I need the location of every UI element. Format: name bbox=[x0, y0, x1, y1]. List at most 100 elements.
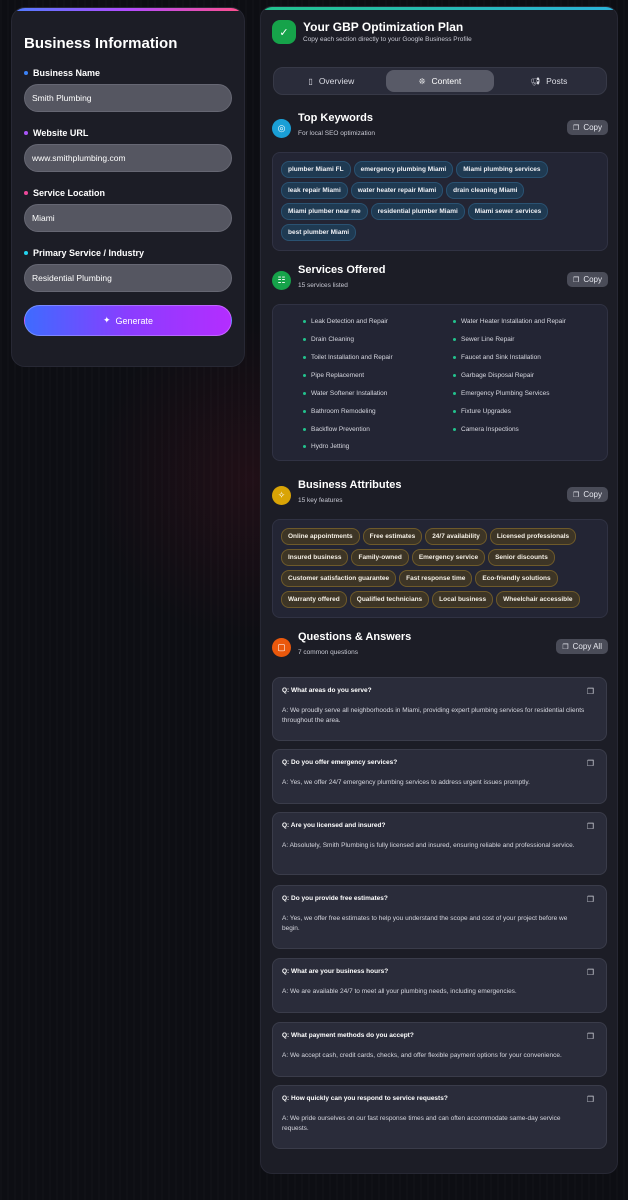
list-check-icon: ☷ bbox=[272, 271, 291, 290]
answer-text: A: We are available 24/7 to meet all you… bbox=[282, 988, 517, 995]
service-item: Emergency Plumbing Services bbox=[453, 385, 597, 403]
tab-posts[interactable]: 📢︎ Posts bbox=[494, 70, 603, 92]
copy-icon[interactable]: ❐ bbox=[587, 822, 594, 831]
question-text: Q: Do you offer emergency services? bbox=[282, 759, 398, 766]
attributes-section: ✧ Business Attributes 15 key features ❐ … bbox=[272, 479, 608, 618]
copy-label: Copy bbox=[583, 123, 602, 132]
tab-label: Content bbox=[431, 76, 462, 86]
question-text: Q: What payment methods do you accept? bbox=[282, 1032, 414, 1039]
service-item: Water Softener Installation bbox=[303, 385, 447, 403]
target-icon: ◎ bbox=[272, 119, 291, 138]
field-label: Service Location bbox=[24, 188, 232, 198]
copy-icon[interactable]: ❐ bbox=[587, 1032, 594, 1041]
keyword-chip: leak repair Miami bbox=[281, 182, 348, 199]
question-text: Q: Are you licensed and insured? bbox=[282, 822, 386, 829]
bullet-dot-icon bbox=[24, 131, 28, 135]
attribute-chip: Emergency service bbox=[411, 549, 486, 566]
qa-card: Q: What payment methods do you accept? A… bbox=[272, 1022, 607, 1077]
sparkle-icon: ✦ bbox=[102, 315, 111, 325]
copy-all-button[interactable]: ❐ Copy All bbox=[556, 639, 608, 654]
section-subtitle: 15 key features bbox=[298, 497, 343, 504]
check-circle-icon: ✓ bbox=[272, 20, 296, 44]
plan-header: ✓ Your GBP Optimization Plan Copy each s… bbox=[272, 20, 472, 44]
card-accent-bar bbox=[12, 8, 244, 11]
tab-content[interactable]: ❊ Content bbox=[385, 70, 495, 92]
attribute-chip: Insured business bbox=[281, 549, 349, 566]
field-label-text: Business Name bbox=[33, 68, 101, 78]
sparkle-badge-icon: ✧ bbox=[272, 486, 291, 505]
megaphone-icon: 📢︎ bbox=[529, 76, 541, 86]
keyword-chip: drain cleaning Miami bbox=[446, 182, 525, 199]
answer-text: A: Yes, we offer 24/7 emergency plumbing… bbox=[282, 779, 530, 786]
copy-attributes-button[interactable]: ❐ Copy bbox=[567, 487, 608, 502]
attribute-chip: Fast response time bbox=[399, 570, 473, 587]
attribute-chip: Licensed professionals bbox=[489, 528, 577, 545]
keywords-section: ◎ Top Keywords For local SEO optimizatio… bbox=[272, 112, 608, 251]
qa-card: Q: What areas do you serve? A: We proudl… bbox=[272, 677, 607, 741]
keyword-chip: plumber Miami FL bbox=[281, 161, 351, 178]
service-item: Bathroom Remodeling bbox=[303, 402, 447, 420]
answer-text: A: We accept cash, credit cards, checks,… bbox=[282, 1052, 562, 1059]
keyword-chip: residential plumber Miami bbox=[370, 203, 465, 220]
form-field: Website URL www.smithplumbing.com bbox=[24, 128, 232, 172]
sparkle-icon: ❊ bbox=[418, 76, 426, 86]
attribute-chip: Senior discounts bbox=[488, 549, 555, 566]
service-item: Garbage Disposal Repair bbox=[453, 367, 597, 385]
service-item: Water Heater Installation and Repair bbox=[453, 313, 597, 331]
field-input[interactable]: www.smithplumbing.com bbox=[24, 144, 232, 172]
copy-icon: ❐ bbox=[573, 491, 580, 499]
copy-icon: ❐ bbox=[573, 124, 580, 132]
service-item: Pipe Replacement bbox=[303, 367, 447, 385]
section-subtitle: 7 common questions bbox=[298, 649, 358, 656]
copy-services-button[interactable]: ❐ Copy bbox=[567, 272, 608, 287]
panel-accent-bar bbox=[261, 7, 617, 10]
copy-keywords-button[interactable]: ❐ Copy bbox=[567, 120, 608, 135]
service-item: Leak Detection and Repair bbox=[303, 313, 447, 331]
field-input[interactable]: Smith Plumbing bbox=[24, 84, 232, 112]
keyword-chip: Miami plumbing services bbox=[456, 161, 548, 178]
question-text: Q: How quickly can you respond to servic… bbox=[282, 1095, 448, 1102]
copy-icon[interactable]: ❐ bbox=[587, 895, 594, 904]
copy-icon[interactable]: ❐ bbox=[587, 687, 594, 696]
service-item: Fixture Upgrades bbox=[453, 402, 597, 420]
service-item: Toilet Installation and Repair bbox=[303, 349, 447, 367]
field-input[interactable]: Residential Plumbing bbox=[24, 264, 232, 292]
service-item: Backflow Prevention bbox=[303, 420, 447, 438]
generate-button[interactable]: ✦ Generate bbox=[24, 305, 232, 336]
attribute-chip: Customer satisfaction guarantee bbox=[281, 570, 397, 587]
qa-card: Q: Do you offer emergency services? A: Y… bbox=[272, 749, 607, 804]
answer-text: A: Absolutely, Smith Plumbing is fully l… bbox=[282, 842, 575, 849]
keyword-chip: Miami plumber near me bbox=[281, 203, 368, 220]
section-title: Top Keywords bbox=[298, 112, 373, 124]
bullet-dot-icon bbox=[24, 251, 28, 255]
field-label: Primary Service / Industry bbox=[24, 248, 232, 258]
section-title: Services Offered bbox=[298, 264, 386, 276]
plan-subtitle: Copy each section directly to your Googl… bbox=[303, 36, 472, 43]
copy-icon[interactable]: ❐ bbox=[587, 968, 594, 977]
copy-icon[interactable]: ❐ bbox=[587, 1095, 594, 1104]
tab-overview[interactable]: ▯ Overview bbox=[277, 70, 386, 92]
form-field: Primary Service / Industry Residential P… bbox=[24, 248, 232, 292]
question-text: Q: What areas do you serve? bbox=[282, 687, 372, 694]
attribute-chip: Family-owned bbox=[351, 549, 409, 566]
attribute-chip: 24/7 availability bbox=[425, 528, 487, 545]
copy-label: Copy bbox=[583, 490, 602, 499]
field-label: Website URL bbox=[24, 128, 232, 138]
qa-section: ▢ Questions & Answers 7 common questions… bbox=[272, 631, 608, 657]
copy-icon[interactable]: ❐ bbox=[587, 759, 594, 768]
qa-card: Q: What are your business hours? A: We a… bbox=[272, 958, 607, 1013]
tab-label: Posts bbox=[546, 76, 568, 86]
answer-text: A: We proudly serve all neighborhoods in… bbox=[282, 707, 585, 724]
bullet-dot-icon bbox=[24, 191, 28, 195]
section-title: Business Attributes bbox=[298, 479, 402, 491]
copy-label: Copy bbox=[583, 275, 602, 284]
answer-text: A: Yes, we offer free estimates to help … bbox=[282, 915, 568, 932]
answer-text: A: We pride ourselves on our fast respon… bbox=[282, 1115, 561, 1132]
keyword-chip: emergency plumbing Miami bbox=[353, 161, 454, 178]
form-title: Business Information bbox=[24, 35, 178, 52]
service-item: Camera Inspections bbox=[453, 420, 597, 438]
field-input[interactable]: Miami bbox=[24, 204, 232, 232]
attribute-chip: Qualified technicians bbox=[349, 591, 430, 608]
tab-bar: ▯ Overview ❊ Content 📢︎ Posts bbox=[273, 67, 607, 95]
services-section: ☷ Services Offered 15 services listed ❐ … bbox=[272, 264, 608, 461]
